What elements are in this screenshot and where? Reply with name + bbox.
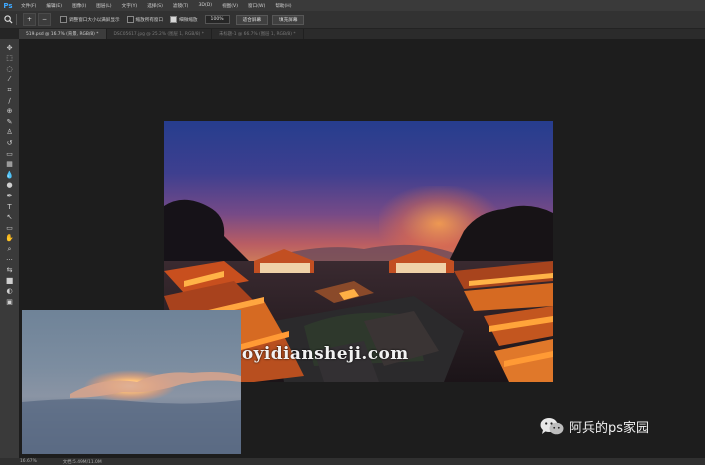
- zoom-100-button[interactable]: 100%: [204, 15, 230, 24]
- marquee-icon[interactable]: ⬚: [3, 54, 16, 64]
- wechat-icon: [540, 417, 564, 436]
- tab-dsc05617[interactable]: DSC05617.jpg @ 25.2% (图层 1, RGB/8) *: [107, 29, 212, 39]
- more-tools-icon[interactable]: ···: [3, 255, 16, 265]
- document-tabs: 519.psd @ 16.7% (背景, RGB/8) * DSC05617.j…: [19, 29, 705, 39]
- tools-panel: ✥ ⬚ ◌ ⁄ ⌗ ∕ ⊕ ✎ ♙ ↺ ▭ ▦ 💧 ● ✒ T ↖ ▭ ✋ ⌕ ··· ⇆ ■ ◐ ▣: [0, 39, 19, 458]
- fit-screen-button[interactable]: 适合屏幕: [235, 14, 269, 25]
- hand-icon[interactable]: ✋: [3, 234, 16, 244]
- menu-3d[interactable]: 3D(D): [193, 3, 217, 8]
- scrubby-zoom-option[interactable]: 细微缩放: [170, 16, 198, 23]
- healing-brush-icon[interactable]: ⊕: [3, 107, 16, 117]
- move-icon[interactable]: ✥: [3, 43, 16, 53]
- menu-edit[interactable]: 编辑(E): [41, 3, 67, 9]
- status-bar: 16.67% 文档:5.49M/11.0M: [0, 458, 705, 465]
- tab-untitled-1[interactable]: 未标题-1 @ 66.7% (图层 1, RGB/8) *: [212, 29, 304, 39]
- menu-bar: Ps 文件(F) 编辑(E) 图像(I) 图层(L) 文字(Y) 选择(S) 滤…: [0, 0, 705, 11]
- photoshop-logo[interactable]: Ps: [0, 0, 16, 11]
- zoom-icon[interactable]: ⌕: [3, 244, 16, 254]
- dodge-icon[interactable]: ●: [3, 181, 16, 191]
- scrubby-zoom-checkbox[interactable]: [170, 16, 178, 23]
- zoom-out-button[interactable]: −: [38, 13, 51, 26]
- sunset-clouds: [22, 370, 241, 454]
- options-bar: + − 调整窗口大小以满屏显示 缩放所有窗口 细微缩放 100% 适合屏幕 填充…: [0, 11, 705, 29]
- eyedropper-icon[interactable]: ∕: [3, 96, 16, 106]
- blur-icon[interactable]: 💧: [3, 170, 16, 180]
- resize-windows-checkbox[interactable]: [60, 16, 67, 23]
- zoom-in-button[interactable]: +: [23, 13, 36, 26]
- gradient-icon[interactable]: ▦: [3, 160, 16, 170]
- menu-select[interactable]: 选择(S): [142, 3, 168, 9]
- menu-file[interactable]: 文件(F): [16, 3, 41, 9]
- fill-screen-button[interactable]: 填充屏幕: [272, 14, 305, 25]
- color-swatches-icon[interactable]: ■: [3, 276, 16, 286]
- swap-colors-icon[interactable]: ⇆: [3, 266, 16, 276]
- history-brush-icon[interactable]: ↺: [3, 138, 16, 148]
- magnifier-icon[interactable]: [0, 15, 16, 24]
- menu-view[interactable]: 视图(V): [217, 3, 243, 9]
- menu-filter[interactable]: 滤镜(T): [168, 3, 194, 9]
- brush-icon[interactable]: ✎: [3, 117, 16, 127]
- shape-icon[interactable]: ▭: [3, 223, 16, 233]
- lasso-icon[interactable]: ◌: [3, 64, 16, 74]
- document-info[interactable]: 文档:5.49M/11.0M: [63, 459, 102, 465]
- resize-windows-option[interactable]: 调整窗口大小以满屏显示: [60, 16, 120, 23]
- menu-image[interactable]: 图像(I): [67, 3, 91, 9]
- magic-wand-icon[interactable]: ⁄: [3, 75, 16, 85]
- eraser-icon[interactable]: ▭: [3, 149, 16, 159]
- menu-layer[interactable]: 图层(L): [91, 3, 116, 9]
- crop-icon[interactable]: ⌗: [3, 85, 16, 95]
- zoom-all-windows-option[interactable]: 缩放所有窗口: [126, 16, 163, 23]
- wechat-brand: 阿兵的ps家园: [540, 417, 649, 436]
- brand-text: 阿兵的ps家园: [569, 421, 650, 436]
- tab-519-psd[interactable]: 519.psd @ 16.7% (背景, RGB/8) *: [19, 29, 107, 39]
- sunset-layer-image[interactable]: [22, 310, 241, 454]
- zoom-level[interactable]: 16.67%: [20, 459, 37, 464]
- quick-mask-icon[interactable]: ◐: [3, 287, 16, 297]
- menu-help[interactable]: 帮助(H): [270, 3, 296, 9]
- menu-type[interactable]: 文字(Y): [117, 3, 143, 9]
- clone-stamp-icon[interactable]: ♙: [3, 128, 16, 138]
- path-select-icon[interactable]: ↖: [3, 213, 16, 223]
- type-icon[interactable]: T: [3, 202, 16, 212]
- screen-mode-icon[interactable]: ▣: [3, 297, 16, 307]
- zoom-all-windows-checkbox[interactable]: [126, 16, 134, 23]
- pen-icon[interactable]: ✒: [3, 191, 16, 201]
- menu-window[interactable]: 窗口(W): [243, 3, 270, 9]
